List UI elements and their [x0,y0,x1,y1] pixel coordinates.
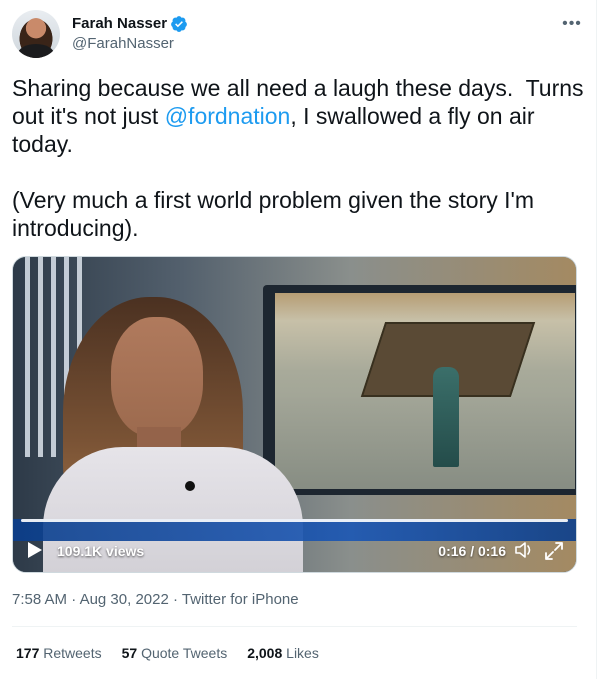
retweets-label: Retweets [43,645,102,661]
video-view-count: 109.1K views [57,543,145,559]
author-handle[interactable]: @FarahNasser [72,34,188,54]
tweet-date[interactable]: Aug 30, 2022 [80,591,169,608]
play-icon[interactable] [27,541,43,559]
author-avatar[interactable] [12,10,60,58]
quote-tweets-stat[interactable]: 57 Quote Tweets [122,644,228,662]
author-display-name-text[interactable]: Farah Nasser [72,14,167,33]
video-time: 0:16 / 0:16 [438,543,506,559]
more-horizontal-icon[interactable]: ••• [560,12,584,36]
retweets-stat[interactable]: 177 Retweets [16,644,102,662]
likes-count: 2,008 [247,645,283,661]
likes-label: Likes [286,645,319,661]
fullscreen-icon[interactable] [544,541,564,561]
verified-badge-icon [171,15,187,32]
volume-icon[interactable] [514,541,534,559]
anchor-face [111,317,203,437]
mention-link[interactable]: @fordnation [165,103,291,129]
tweet-source[interactable]: Twitter for iPhone [182,591,299,608]
tweet-text: Sharing because we all need a laugh thes… [12,74,584,242]
tweet-time[interactable]: 7:58 AM [12,591,67,608]
avatar-shoulders [18,44,54,58]
flood-water [275,397,575,489]
video-controls: 109.1K views 0:16 / 0:16 [13,533,576,569]
person-in-water-image [433,367,459,467]
likes-stat[interactable]: 2,008 Likes [247,644,319,662]
tweet-header: Farah Nasser @FarahNasser ••• [12,10,584,62]
meta-separator: · [172,591,178,608]
author-display-name[interactable]: Farah Nasser [72,14,188,33]
retweets-count: 177 [16,645,40,661]
lapel-mic [185,481,195,491]
tweet-stats: 177 Retweets 57 Quote Tweets 2,008 Likes [16,644,319,662]
tweet-card: Farah Nasser @FarahNasser ••• Sharing be… [0,0,597,679]
author-names: Farah Nasser @FarahNasser [72,14,188,54]
meta-separator: · [71,591,77,608]
tweet-meta: 7:58 AM · Aug 30, 2022 · Twitter for iPh… [12,590,299,610]
video-player[interactable]: 109.1K views 0:16 / 0:16 [12,256,577,573]
quote-tweets-count: 57 [121,645,138,661]
divider [12,626,577,627]
video-progress-bar[interactable] [21,519,568,522]
quote-tweets-label: Quote Tweets [141,645,228,661]
